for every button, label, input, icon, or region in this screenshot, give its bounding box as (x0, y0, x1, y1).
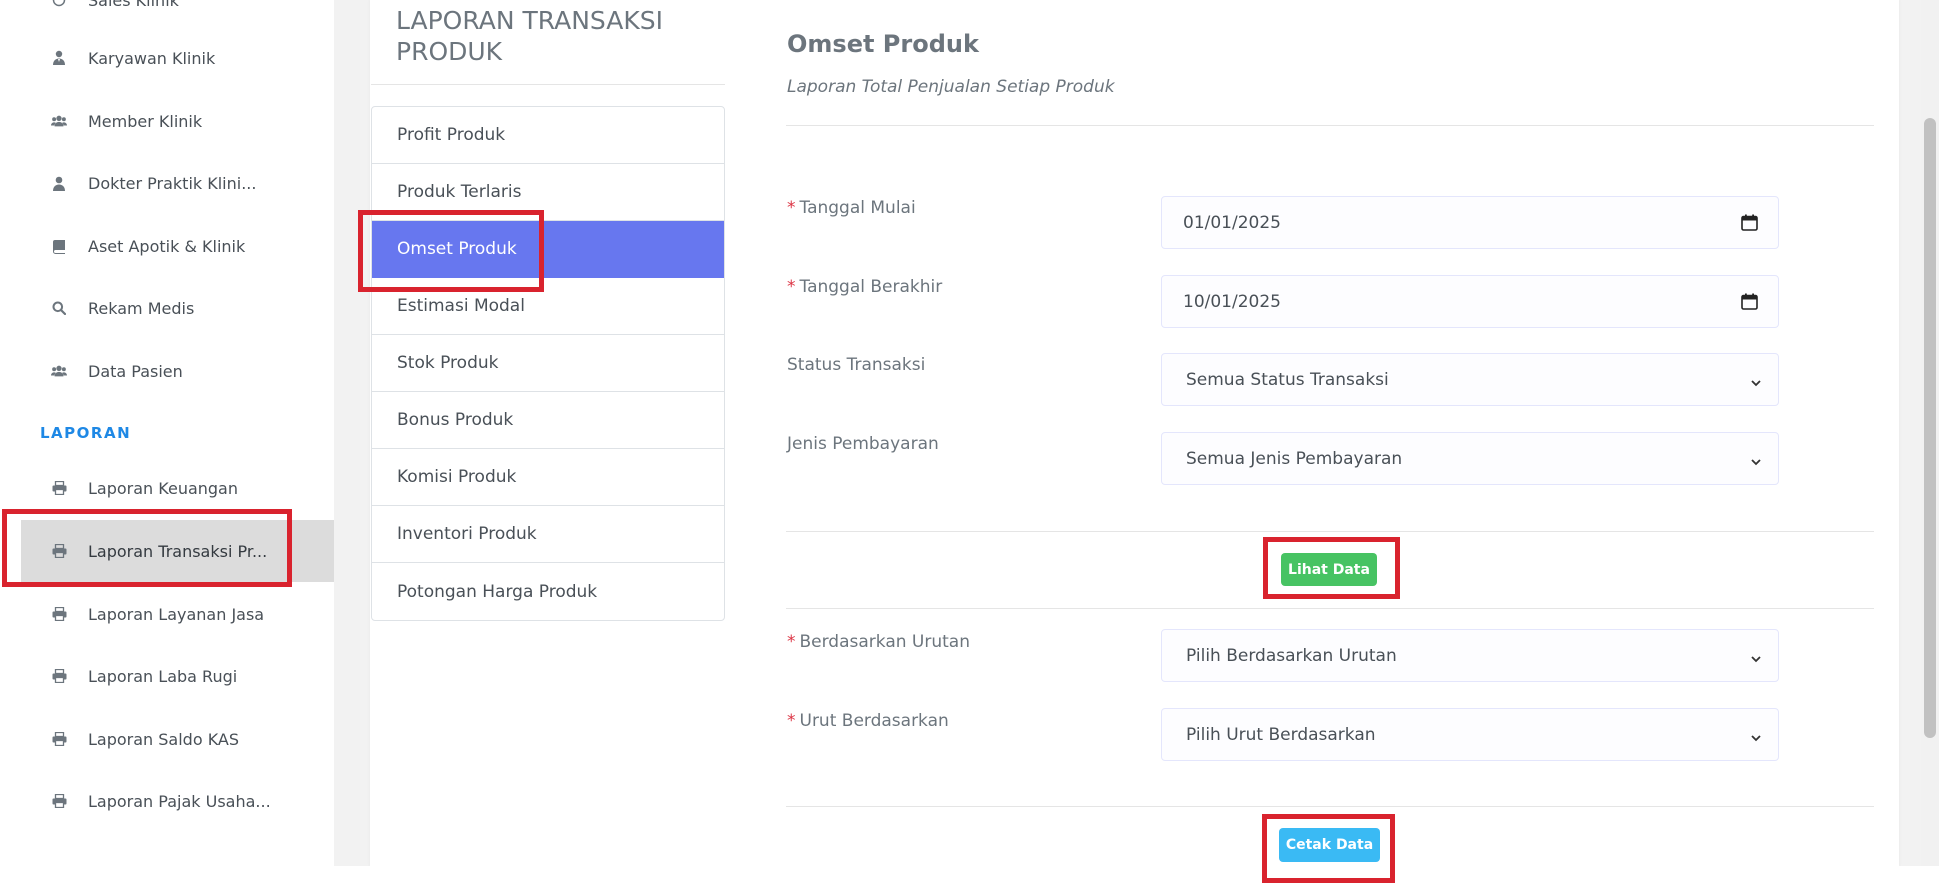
print-icon (51, 606, 67, 622)
sidebar-item-label: Karyawan Klinik (88, 48, 216, 68)
highlight-box-omset (358, 210, 544, 292)
report-menu-item-profit-produk[interactable]: Profit Produk (372, 107, 724, 164)
urut-berdasarkan-select[interactable]: Pilih Urut Berdasarkan (1161, 708, 1779, 761)
form-subtitle: Laporan Total Penjualan Setiap Produk (787, 77, 1115, 97)
sidebar-item-label: Rekam Medis (88, 298, 195, 318)
sidebar-item-laporan-saldo-kas[interactable]: Laporan Saldo KAS (0, 708, 334, 770)
divider (786, 806, 1874, 807)
sidebar-item-karyawan-klinik[interactable]: Karyawan Klinik (0, 27, 334, 89)
print-icon (51, 480, 67, 496)
circle-icon (51, 0, 67, 8)
report-panel-title: LAPORAN TRANSAKSI PRODUK (396, 6, 663, 66)
print-icon (51, 793, 67, 809)
sidebar-item-label: Aset Apotik & Klinik (88, 236, 246, 256)
chevron-down-icon (1750, 650, 1762, 662)
required-mark: * (787, 198, 796, 218)
user-icon (51, 175, 67, 191)
chevron-down-icon (1750, 453, 1762, 465)
sidebar-item-laporan-laba-rugi[interactable]: Laporan Laba Rugi (0, 645, 334, 707)
sidebar-item-label: Laporan Pajak Usaha... (88, 791, 271, 811)
chevron-down-icon (1750, 374, 1762, 386)
sidebar-item-data-pasien[interactable]: Data Pasien (0, 340, 334, 402)
report-menu-item-stok-produk[interactable]: Stok Produk (372, 335, 724, 392)
jenis-pembayaran-value: Semua Jenis Pembayaran (1186, 448, 1403, 469)
sidebar-item-label: Laporan Laba Rugi (88, 666, 238, 686)
sidebar-item-rekam-medis[interactable]: Rekam Medis (0, 277, 334, 339)
sidebar-item-dokter-praktik[interactable]: Dokter Praktik Klini... (0, 152, 334, 214)
scrollbar-thumb[interactable] (1924, 118, 1936, 738)
tanggal-berakhir-label: * Tanggal Berakhir (787, 277, 943, 297)
sidebar: Sales Klinik Karyawan Klinik Member Klin… (0, 0, 334, 866)
calendar-icon[interactable] (1741, 214, 1758, 231)
jenis-pembayaran-label: Jenis Pembayaran (787, 434, 939, 454)
report-menu-item-bonus-produk[interactable]: Bonus Produk (372, 392, 724, 449)
report-menu-item-inventori-produk[interactable]: Inventori Produk (372, 506, 724, 563)
divider (786, 531, 1874, 532)
users-icon (51, 363, 67, 379)
sidebar-item-label: Laporan Keuangan (88, 478, 238, 498)
sidebar-item-label: Member Klinik (88, 111, 203, 131)
sidebar-item-label: Laporan Layanan Jasa (88, 604, 265, 624)
tanggal-berakhir-value: 10/01/2025 (1183, 291, 1281, 312)
calendar-icon[interactable] (1741, 293, 1758, 310)
sidebar-item-aset-apotik[interactable]: Aset Apotik & Klinik (0, 215, 334, 277)
form-title: Omset Produk (787, 30, 979, 58)
berdasarkan-urutan-label: * Berdasarkan Urutan (787, 632, 970, 652)
tanggal-mulai-label: * Tanggal Mulai (787, 198, 916, 218)
sidebar-section-laporan: LAPORAN (40, 424, 132, 442)
highlight-box-sidebar (2, 509, 292, 587)
print-icon (51, 668, 67, 684)
search-icon (51, 300, 67, 316)
sidebar-item-laporan-pajak-usaha[interactable]: Laporan Pajak Usaha... (0, 770, 334, 832)
required-mark: * (787, 277, 796, 297)
sidebar-item-label: Laporan Saldo KAS (88, 729, 240, 749)
chevron-down-icon (1750, 729, 1762, 741)
sidebar-item-member-klinik[interactable]: Member Klinik (0, 90, 334, 152)
page-bottom (0, 866, 1939, 883)
highlight-box-cetak (1262, 814, 1395, 883)
sidebar-item-label: Sales Klinik (88, 0, 179, 10)
report-menu-list: Profit Produk Produk Terlaris Omset Prod… (371, 106, 725, 621)
status-transaksi-select[interactable]: Semua Status Transaksi (1161, 353, 1779, 406)
report-menu-item-potongan-harga-produk[interactable]: Potongan Harga Produk (372, 563, 724, 620)
status-transaksi-value: Semua Status Transaksi (1186, 369, 1389, 390)
urut-berdasarkan-label: * Urut Berdasarkan (787, 711, 949, 731)
sidebar-item-label: Data Pasien (88, 361, 183, 381)
print-icon (51, 731, 67, 747)
book-icon (51, 238, 67, 254)
highlight-box-lihat (1263, 537, 1400, 599)
user-tie-icon (51, 50, 67, 66)
tanggal-mulai-input[interactable]: 01/01/2025 (1161, 196, 1779, 249)
tanggal-mulai-value: 01/01/2025 (1183, 212, 1281, 233)
sidebar-item-laporan-layanan-jasa[interactable]: Laporan Layanan Jasa (0, 583, 334, 645)
divider (371, 84, 725, 85)
berdasarkan-urutan-value: Pilih Berdasarkan Urutan (1186, 645, 1397, 666)
report-menu-item-komisi-produk[interactable]: Komisi Produk (372, 449, 724, 506)
jenis-pembayaran-select[interactable]: Semua Jenis Pembayaran (1161, 432, 1779, 485)
required-mark: * (787, 711, 796, 731)
status-transaksi-label: Status Transaksi (787, 355, 926, 375)
sidebar-item-label: Dokter Praktik Klini... (88, 173, 257, 193)
users-icon (51, 113, 67, 129)
divider (786, 125, 1874, 126)
divider (786, 608, 1874, 609)
berdasarkan-urutan-select[interactable]: Pilih Berdasarkan Urutan (1161, 629, 1779, 682)
required-mark: * (787, 632, 796, 652)
urut-berdasarkan-value: Pilih Urut Berdasarkan (1186, 724, 1376, 745)
tanggal-berakhir-input[interactable]: 10/01/2025 (1161, 275, 1779, 328)
